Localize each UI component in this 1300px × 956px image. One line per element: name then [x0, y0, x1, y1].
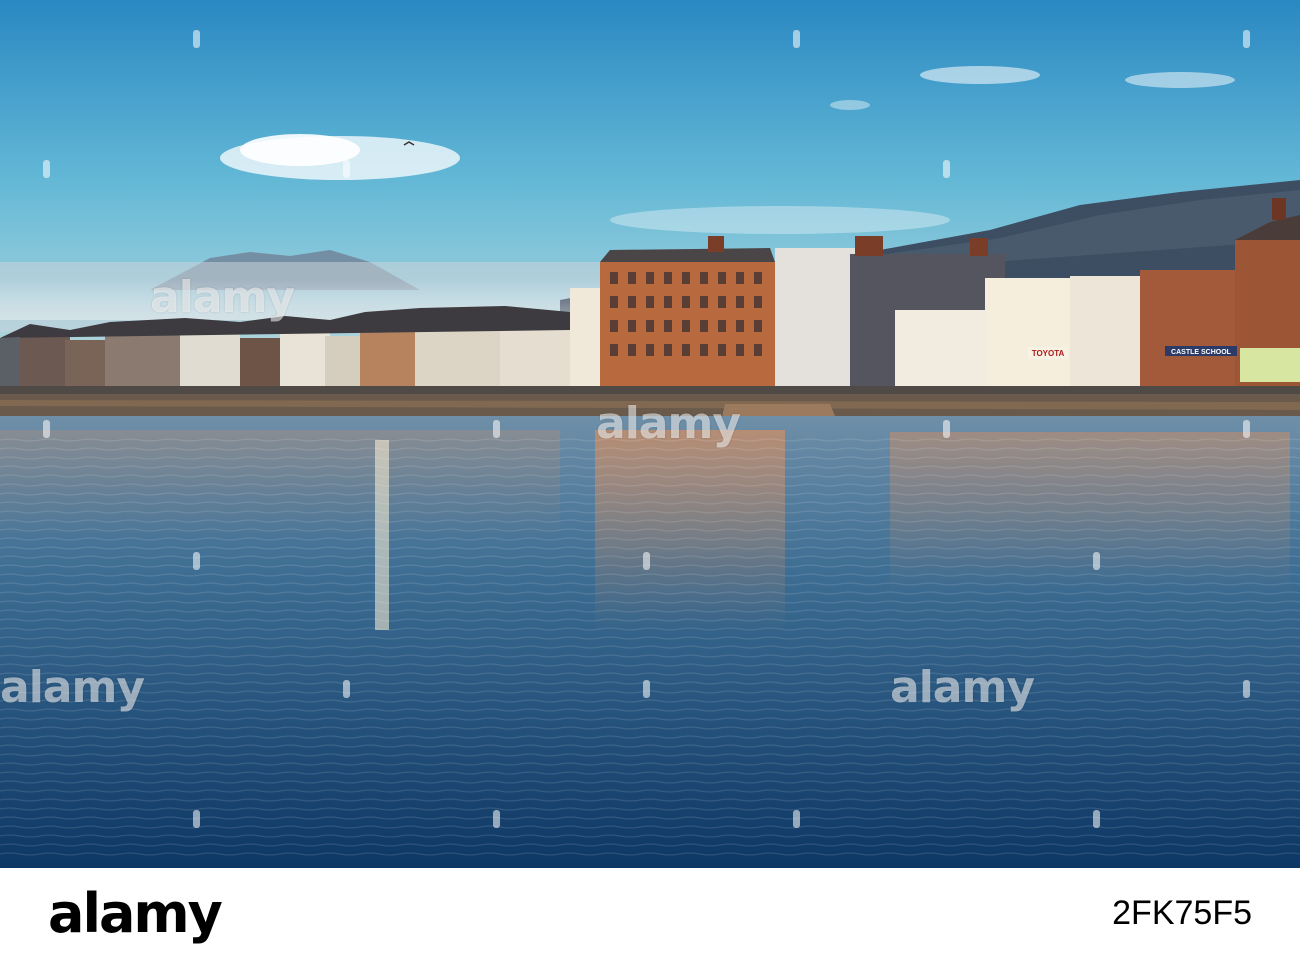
promenade	[0, 386, 1300, 394]
toyota-sign: TOYOTA	[1032, 349, 1065, 358]
landscape-photo: TOYOTA CASTLE SCHOOL alamy alamy alamy a…	[0, 0, 1300, 868]
alamy-logo: alamy	[48, 882, 223, 945]
castle-sign: CASTLE SCHOOL	[1171, 349, 1232, 356]
image-id: 2FK75F5	[1112, 894, 1252, 932]
scene-svg: TOYOTA CASTLE SCHOOL	[0, 0, 1300, 868]
stock-footer: alamy 2FK75F5	[0, 868, 1300, 956]
